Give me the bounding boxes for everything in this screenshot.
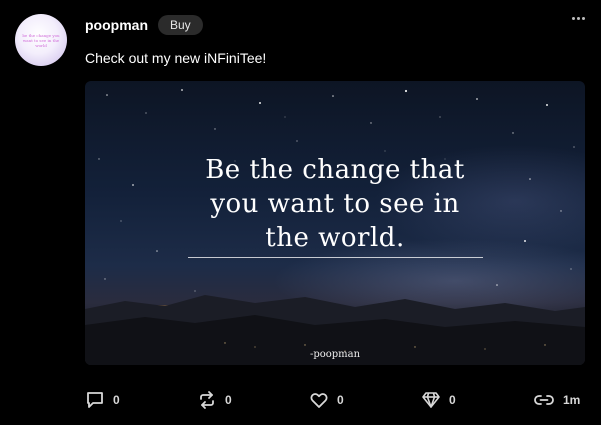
comment-icon [87, 392, 103, 408]
repost-button[interactable]: 0 [197, 390, 232, 410]
post-card: be the change you want to see in the wor… [0, 0, 601, 425]
avatar[interactable]: be the change you want to see in the wor… [15, 14, 67, 66]
tip-button[interactable]: 0 [421, 390, 456, 410]
diamond-icon [422, 392, 440, 408]
quote-line: the world. [265, 223, 405, 253]
action-bar: 0 0 0 0 1m [85, 390, 585, 412]
post-image[interactable]: Be the change that you want to see in th… [85, 81, 585, 365]
post-age: 1m [563, 393, 581, 407]
link-icon [534, 395, 554, 405]
more-horizontal-icon[interactable] [572, 17, 585, 20]
like-count: 0 [337, 393, 344, 407]
like-button[interactable]: 0 [309, 390, 344, 410]
tip-count: 0 [449, 393, 456, 407]
comment-button[interactable]: 0 [85, 390, 120, 410]
image-quote: Be the change that you want to see in th… [85, 153, 585, 255]
comment-count: 0 [113, 393, 120, 407]
buy-button[interactable]: Buy [158, 15, 203, 35]
quote-line: Be the change that [205, 155, 465, 185]
quote-underline [188, 257, 483, 258]
post-header: poopman Buy [85, 15, 203, 35]
username[interactable]: poopman [85, 17, 148, 33]
share-link-button[interactable]: 1m [533, 390, 580, 410]
post-text: Check out my new iNFiniTee! [85, 50, 267, 66]
repost-icon [200, 391, 214, 409]
repost-count: 0 [225, 393, 232, 407]
avatar-text: be the change you want to see in the wor… [22, 32, 60, 48]
quote-line: you want to see in [210, 189, 460, 219]
image-signature: -poopman [309, 349, 361, 360]
heart-icon [310, 393, 328, 408]
